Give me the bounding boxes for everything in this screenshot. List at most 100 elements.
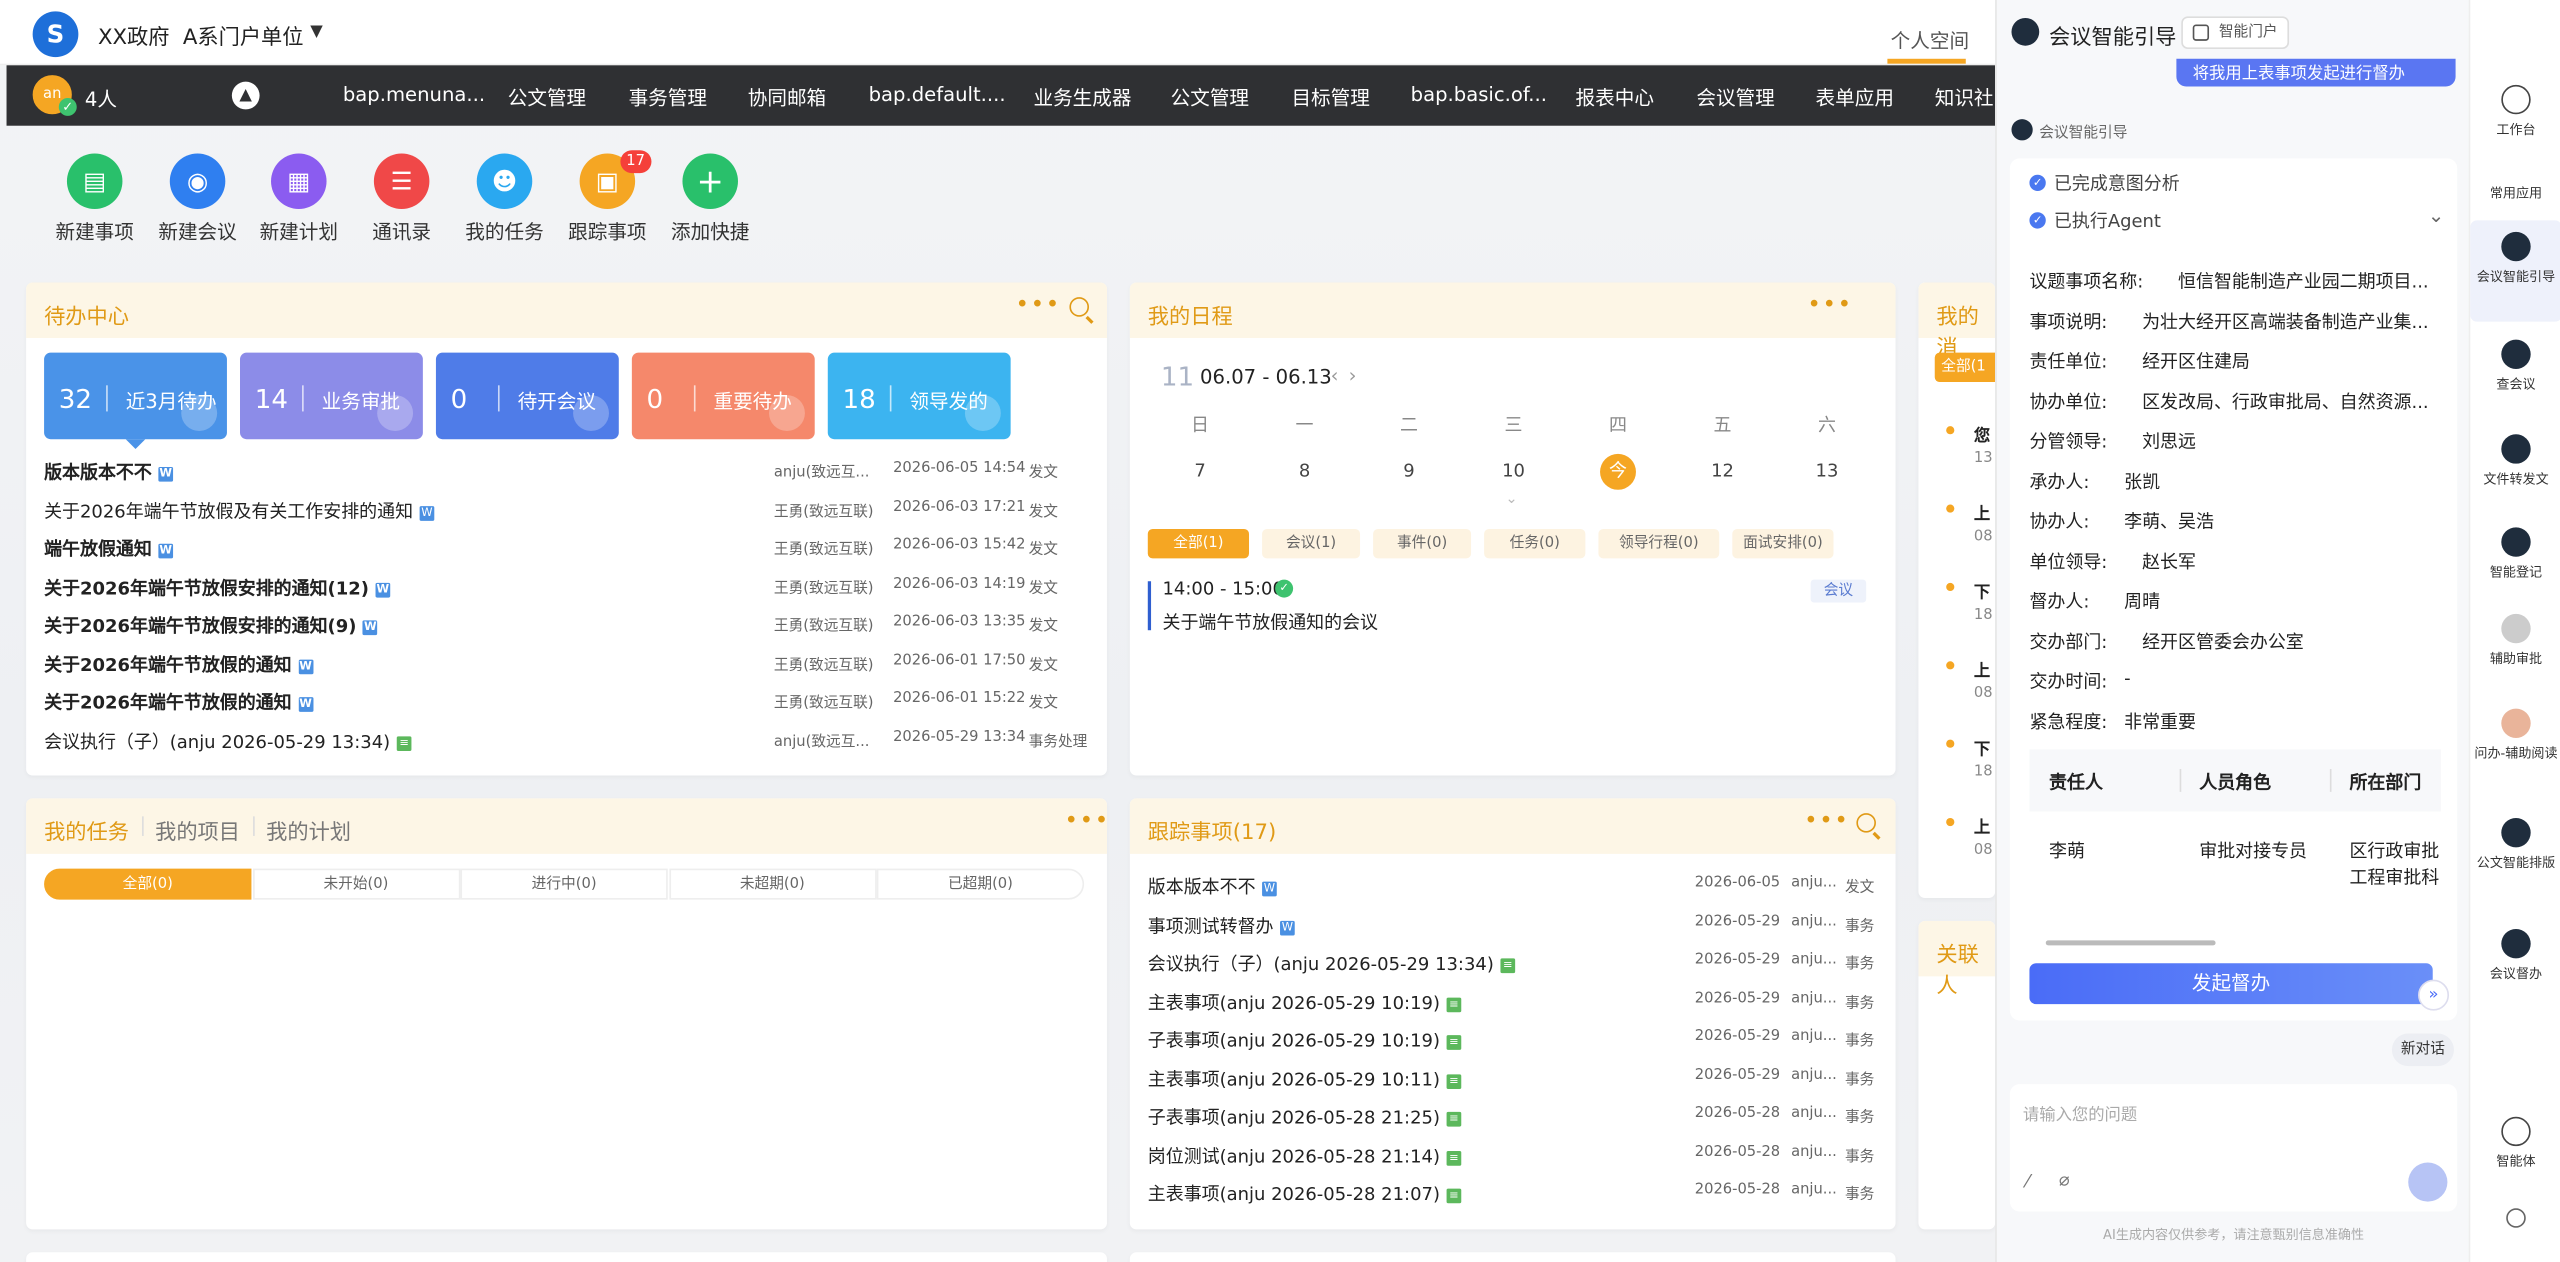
compass-icon[interactable]: ▲ — [231, 81, 260, 110]
nav-item[interactable]: 协同邮箱 — [748, 83, 826, 111]
search-icon[interactable] — [1069, 297, 1090, 317]
quick-new-meeting[interactable]: ◉ 新建会议 — [149, 153, 247, 244]
schedule-filter[interactable]: 全部(1) — [1147, 528, 1250, 559]
todo-tile[interactable]: 18 领导发的 — [827, 352, 1011, 440]
tracking-row[interactable]: 会议执行（子）(anju 2026-05-29 13:34) ≡ 2026-05-2… — [1148, 947, 1878, 980]
schedule-filter[interactable]: 领导行程(0) — [1598, 528, 1720, 559]
day-cell[interactable]: 12 — [1705, 454, 1741, 490]
quick-tracking[interactable]: ▣ 17 跟踪事项 — [558, 150, 656, 244]
quick-new-item[interactable]: ▤ 新建事项 — [46, 153, 144, 244]
task-filter-segment[interactable]: 未开始(0) — [252, 868, 460, 900]
nav-item[interactable]: 业务生成器 — [1033, 83, 1131, 111]
todo-row[interactable]: 端午放假通知 W 王勇(致远互联) 2026-06-03 15:42 发文 — [44, 532, 1089, 565]
msg-item-title[interactable]: 您 — [1974, 421, 1990, 446]
quick-add-shortcut[interactable]: + 添加快捷 — [661, 153, 759, 244]
tracking-title[interactable]: 主表事项(anju 2026-05-29 10:11) ≡ — [1148, 1065, 1462, 1091]
nav-item[interactable]: 事务管理 — [629, 83, 707, 111]
todo-row[interactable]: 版本版本不不 W anju(致远互... 2026-06-05 14:54 发文 — [44, 456, 1089, 489]
schedule-filter[interactable]: 任务(0) — [1484, 528, 1586, 559]
more-icon[interactable]: ••• — [1016, 292, 1061, 318]
tab-my-plan[interactable]: 我的计划 — [266, 815, 351, 845]
day-cell[interactable]: 10 — [1496, 454, 1532, 490]
todo-row[interactable]: 关于2026年端午节放假安排的通知(12) W 王勇(致远互联) 2026-06-03… — [44, 571, 1089, 604]
todo-title[interactable]: 关于2026年端午节放假安排的通知(12) W — [44, 574, 391, 600]
todo-tile[interactable]: 32 近3月待办 — [44, 352, 227, 449]
day-cell[interactable]: 8 — [1287, 454, 1323, 490]
magic-wand-icon[interactable]: ⁄ — [2026, 1171, 2029, 1192]
tracking-title[interactable]: 子表事项(anju 2026-05-29 10:19) ≡ — [1148, 1027, 1462, 1053]
tracking-title[interactable]: 会议执行（子）(anju 2026-05-29 13:34) ≡ — [1148, 950, 1516, 976]
new-chat-button[interactable]: 新对话 — [2391, 1033, 2454, 1067]
msg-item-title[interactable]: 下 — [1974, 735, 1990, 759]
msg-item-title[interactable]: 下 — [1974, 578, 1990, 603]
unit-selector[interactable]: A系门户单位 — [183, 20, 304, 50]
todo-title[interactable]: 关于2026年端午节放假安排的通知(9) W — [44, 612, 378, 638]
prev-week-icon[interactable]: ‹ — [1331, 364, 1339, 387]
tracking-title[interactable]: 主表事项(anju 2026-05-29 10:19) ≡ — [1148, 989, 1462, 1015]
todo-title[interactable]: 会议执行（子）(anju 2026-05-29 13:34) ≡ — [44, 727, 412, 753]
quick-my-task[interactable]: ☻ 我的任务 — [456, 153, 554, 244]
todo-row[interactable]: 关于2026年端午节放假的通知 W 王勇(致远互联) 2026-06-01 15:22… — [44, 686, 1089, 719]
next-week-icon[interactable]: › — [1349, 364, 1357, 387]
nav-item[interactable]: 公文管理 — [1171, 83, 1249, 111]
todo-title[interactable]: 关于2026年端午节放假的通知 W — [44, 689, 313, 715]
msg-item-title[interactable]: 上 — [1974, 500, 1990, 524]
more-icon[interactable]: ••• — [1065, 808, 1110, 834]
todo-title[interactable]: 端午放假通知 W — [44, 536, 174, 562]
nav-item[interactable]: 会议管理 — [1696, 83, 1774, 111]
tracking-row[interactable]: 主表事项(anju 2026-05-28 21:07) ≡ 2026-05-28 an… — [1148, 1177, 1878, 1210]
tracking-row[interactable]: 主表事项(anju 2026-05-29 10:19) ≡ 2026-05-29 an… — [1148, 985, 1878, 1018]
rail-item[interactable]: 工作台 — [2470, 84, 2560, 139]
msg-filter-all[interactable]: 全部(1 — [1934, 352, 1996, 383]
expand-chevron-icon[interactable]: ⌄ — [1505, 491, 1517, 507]
nav-item[interactable]: bap.default.... — [869, 83, 1006, 106]
more-icon[interactable]: ••• — [1804, 808, 1849, 834]
chevron-down-icon[interactable]: ▼ — [310, 23, 323, 41]
rail-item[interactable]: 文件转发文 — [2470, 434, 2560, 488]
tracking-title[interactable]: 事项测试转督办 W — [1148, 912, 1295, 938]
day-cell[interactable]: 13 — [1809, 454, 1845, 490]
schedule-filter[interactable]: 会议(1) — [1262, 528, 1361, 559]
task-filter-segment[interactable]: 全部(0) — [44, 868, 252, 900]
nav-item[interactable]: bap.basic.of... — [1411, 83, 1547, 106]
day-cell[interactable]: 9 — [1391, 454, 1427, 490]
user-icon[interactable] — [2470, 1208, 2560, 1234]
tracking-title[interactable]: 主表事项(anju 2026-05-28 21:07) ≡ — [1148, 1180, 1462, 1206]
todo-tile[interactable]: 0 待开会议 — [435, 352, 619, 440]
todo-row[interactable]: 会议执行（子）(anju 2026-05-29 13:34) ≡ anju(致远互.… — [44, 724, 1089, 757]
rail-item[interactable]: 查会议 — [2470, 339, 2560, 394]
tracking-row[interactable]: 版本版本不不 W 2026-06-05 anju... 发文 — [1148, 870, 1878, 903]
event-title[interactable]: 关于端午节放假通知的会议 — [1162, 609, 1378, 635]
start-supervision-button[interactable]: 发起督办 — [2029, 963, 2433, 1005]
todo-row[interactable]: 关于2026年端午节放假及有关工作安排的通知 W 王勇(致远互联) 2026-06-0… — [44, 494, 1089, 527]
rail-item[interactable]: 会议智能引导 — [2470, 220, 2560, 322]
scroll-down-icon[interactable]: » — [2418, 979, 2450, 1011]
msg-item-title[interactable]: 上 — [1974, 813, 1990, 838]
todo-row[interactable]: 关于2026年端午节放假安排的通知(9) W 王勇(致远互联) 2026-06-03 … — [44, 609, 1089, 642]
todo-tile[interactable]: 0 重要待办 — [631, 352, 815, 440]
tracking-title[interactable]: 版本版本不不 W — [1148, 873, 1277, 899]
rail-item[interactable]: 辅助审批 — [2470, 613, 2560, 668]
chat-input[interactable]: 请输入您的问题 — [2023, 1100, 2137, 1125]
attachment-icon[interactable]: ⌀ — [2059, 1169, 2070, 1190]
rail-item[interactable]: 公文智能排版 — [2470, 817, 2560, 872]
nav-item[interactable]: 表单应用 — [1816, 83, 1894, 111]
more-icon[interactable]: ••• — [1807, 292, 1852, 318]
nav-item[interactable]: 知识社 — [1935, 83, 1994, 111]
todo-title[interactable]: 版本版本不不 W — [44, 459, 174, 485]
tracking-row[interactable]: 子表事项(anju 2026-05-28 21:25) ≡ 2026-05-28 an… — [1148, 1100, 1878, 1133]
tracking-row[interactable]: 事项测试转督办 W 2026-05-29 anju... 事务 — [1148, 909, 1878, 942]
tracking-row[interactable]: 岗位测试(anju 2026-05-28 21:14) ≡ 2026-05-28 an… — [1148, 1139, 1878, 1172]
smart-portal-button[interactable]: 智能门户 — [2181, 16, 2290, 49]
tab-my-task[interactable]: 我的任务 — [44, 815, 129, 845]
tracking-row[interactable]: 子表事项(anju 2026-05-29 10:19) ≡ 2026-05-29 an… — [1148, 1024, 1878, 1057]
todo-title[interactable]: 关于2026年端午节放假的通知 W — [44, 651, 313, 677]
todo-title[interactable]: 关于2026年端午节放假及有关工作安排的通知 W — [44, 497, 435, 523]
tab-my-project[interactable]: 我的项目 — [155, 815, 240, 845]
chat-input-box[interactable]: 请输入您的问题 ⁄ ⌀ — [2009, 1084, 2458, 1212]
todo-tile[interactable]: 14 业务审批 — [240, 352, 423, 440]
task-filter-segment[interactable]: 未超期(0) — [668, 868, 876, 900]
nav-item[interactable]: 公文管理 — [508, 83, 586, 111]
nav-item[interactable]: 报表中心 — [1576, 83, 1654, 111]
rail-item[interactable]: 会议督办 — [2470, 929, 2560, 983]
